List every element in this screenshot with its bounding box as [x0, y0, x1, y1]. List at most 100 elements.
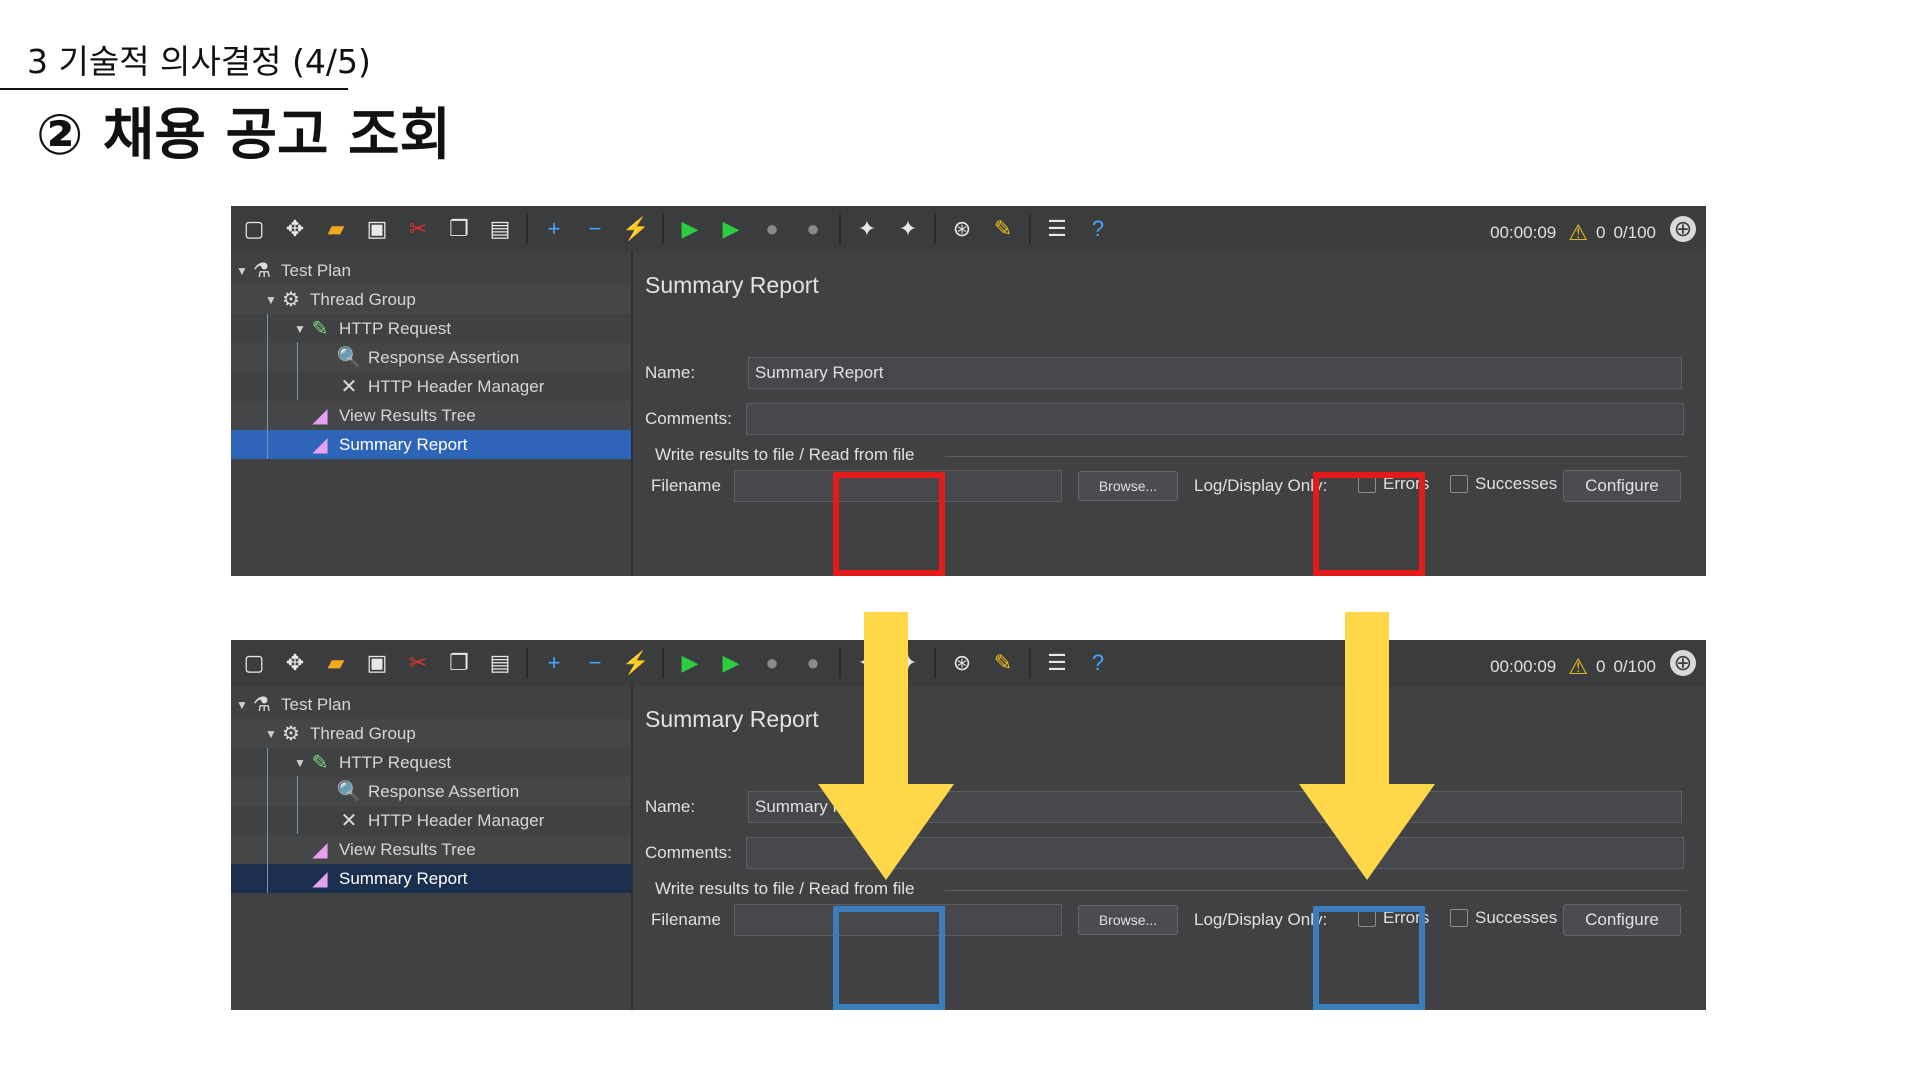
start-no-pause-icon[interactable]: ▶ [716, 214, 746, 244]
tree-item-summary-report[interactable]: ◢ Summary Report [231, 430, 631, 459]
copy-icon[interactable]: ❐ [444, 214, 474, 244]
copy-icon[interactable]: ❐ [444, 648, 474, 678]
run-status: 00:00:09 ⚠ 0 0/100 [1482, 654, 1656, 680]
tree-item-summary-report[interactable]: ◢ Summary Report [231, 864, 631, 893]
tree-item-thread-group[interactable]: ▼ ⚙ Thread Group [231, 719, 631, 748]
save-icon[interactable]: ▣ [362, 214, 392, 244]
expand-toggle-icon[interactable]: ▼ [264, 293, 278, 307]
expand-toggle-icon[interactable]: ▼ [293, 322, 307, 336]
comments-field[interactable] [746, 403, 1684, 435]
templates-icon[interactable]: ✥ [280, 214, 310, 244]
assertion-icon: 🔍 [336, 781, 362, 803]
after-jmeter-screenshot: ▢✥▰▣✂❐▤+−⚡▶▶●●✦✦⊛✎☰?00:00:09⚠00/100⊕▼⚗Te… [231, 640, 1706, 1010]
panel-title: Summary Report [645, 706, 819, 732]
zoom-icon[interactable]: ⊕ [1670, 650, 1696, 676]
comments-label: Comments: [645, 409, 732, 428]
tree-item-view-results-tree[interactable]: ◢ View Results Tree [231, 401, 631, 430]
throughput-highlight-after [1313, 906, 1425, 1010]
summary-report-panel: Summary Report Name: Summary Report Comment… [645, 686, 1706, 1010]
zoom-icon[interactable]: ⊕ [1670, 216, 1696, 242]
start-no-pause-icon[interactable]: ▶ [716, 648, 746, 678]
name-label: Name: [645, 797, 696, 816]
open-icon[interactable]: ▰ [321, 648, 351, 678]
shutdown-icon[interactable]: ● [798, 214, 828, 244]
paste-icon[interactable]: ▤ [485, 648, 515, 678]
tree-item-response-assertion[interactable]: 🔍 Response Assertion [231, 777, 631, 806]
average-down-arrow [818, 612, 954, 880]
new-icon[interactable]: ▢ [239, 214, 269, 244]
templates-icon[interactable]: ✥ [280, 648, 310, 678]
tree-item-label: HTTP Request [339, 318, 452, 338]
cut-icon[interactable]: ✂ [403, 214, 433, 244]
function-helper-icon[interactable]: ☰ [1042, 214, 1072, 244]
tree-item-http-request[interactable]: ▼ ✎ HTTP Request [231, 314, 631, 343]
browse-button[interactable]: Browse... [1078, 905, 1178, 935]
warning-count: 0 [1595, 657, 1606, 676]
cut-icon[interactable]: ✂ [403, 648, 433, 678]
name-field[interactable]: Summary Report [748, 357, 1682, 389]
test-plan-tree: ▼ ⚗ Test Plan ▼ ⚙ Thread Group ▼ ✎ HTTP Request 🔍… [231, 686, 633, 1010]
expand-toggle-icon[interactable]: ▼ [235, 264, 249, 278]
gear-icon: ⚙ [282, 723, 300, 745]
pipette-icon: ✎ [311, 752, 329, 774]
tree-item-label: View Results Tree [339, 839, 476, 859]
new-icon[interactable]: ▢ [239, 648, 269, 678]
before-jmeter-screenshot: ▢ ✥ ▰ ▣ ✂ ❐ ▤ + − ⚡ ▶ ▶ ● ● ✦ ✦ ⊛ ✎ ☰? 00:00:09 ⚠ 0 0/100 ⊕ ▼ ⚗ Te… [231, 206, 1706, 576]
chart-icon: ◢ [312, 868, 328, 890]
tree-item-view-results-tree[interactable]: ◢ View Results Tree [231, 835, 631, 864]
function-helper-icon[interactable]: ☰ [1042, 648, 1072, 678]
reset-search-icon[interactable]: ✎ [988, 214, 1018, 244]
throughput-highlight-before [1313, 472, 1425, 576]
successes-checkbox[interactable] [1450, 909, 1468, 927]
filename-label: Filename [651, 910, 721, 929]
configure-button[interactable]: Configure [1563, 904, 1681, 936]
average-highlight-after [833, 906, 945, 1010]
clear-icon[interactable]: ✦ [852, 214, 882, 244]
tools-icon: ✕ [340, 376, 358, 398]
collapse-icon[interactable]: − [580, 648, 610, 678]
log-display-label: Log/Display Only: [1194, 476, 1328, 495]
toggle-icon[interactable]: ⚡ [621, 648, 651, 678]
tree-item-test-plan[interactable]: ▼ ⚗ Test Plan [231, 256, 631, 285]
expand-icon[interactable]: + [539, 648, 569, 678]
warning-count: 0 [1595, 223, 1606, 242]
help-icon[interactable]: ? [1083, 214, 1113, 244]
toggle-icon[interactable]: ⚡ [621, 214, 651, 244]
successes-checkbox[interactable] [1450, 475, 1468, 493]
configure-button[interactable]: Configure [1563, 470, 1681, 502]
collapse-icon[interactable]: − [580, 214, 610, 244]
tree-connector [267, 314, 268, 459]
expand-icon[interactable]: + [539, 214, 569, 244]
elapsed-time: 00:00:09 [1490, 657, 1557, 676]
stop-icon[interactable]: ● [757, 648, 787, 678]
clear-all-icon[interactable]: ✦ [893, 214, 923, 244]
tree-item-http-request[interactable]: ▼ ✎ HTTP Request [231, 748, 631, 777]
reset-search-icon[interactable]: ✎ [988, 648, 1018, 678]
stop-icon[interactable]: ● [757, 214, 787, 244]
paste-icon[interactable]: ▤ [485, 214, 515, 244]
help-icon[interactable]: ? [1083, 648, 1113, 678]
tree-item-label: Test Plan [281, 260, 351, 280]
tree-item-http-header-manager[interactable]: ✕ HTTP Header Manager [231, 372, 631, 401]
run-status: 00:00:09 ⚠ 0 0/100 [1482, 220, 1656, 246]
open-icon[interactable]: ▰ [321, 214, 351, 244]
warning-icon[interactable]: ⚠ [1568, 220, 1588, 246]
browse-button[interactable]: Browse... [1078, 471, 1178, 501]
expand-toggle-icon[interactable]: ▼ [293, 756, 307, 770]
tree-item-response-assertion[interactable]: 🔍 Response Assertion [231, 343, 631, 372]
start-icon[interactable]: ▶ [675, 214, 705, 244]
log-display-label: Log/Display Only: [1194, 910, 1328, 929]
tree-item-http-header-manager[interactable]: ✕ HTTP Header Manager [231, 806, 631, 835]
save-icon[interactable]: ▣ [362, 648, 392, 678]
warning-icon[interactable]: ⚠ [1568, 654, 1588, 680]
expand-toggle-icon[interactable]: ▼ [235, 698, 249, 712]
tree-item-thread-group[interactable]: ▼ ⚙ Thread Group [231, 285, 631, 314]
expand-toggle-icon[interactable]: ▼ [264, 727, 278, 741]
group-border [945, 456, 1687, 457]
tree-item-test-plan[interactable]: ▼ ⚗ Test Plan [231, 690, 631, 719]
toolbar-separator [526, 214, 528, 244]
tree-item-label: Response Assertion [368, 347, 520, 367]
start-icon[interactable]: ▶ [675, 648, 705, 678]
active-threads: 0/100 [1613, 223, 1656, 242]
search-icon[interactable]: ⊛ [947, 214, 977, 244]
